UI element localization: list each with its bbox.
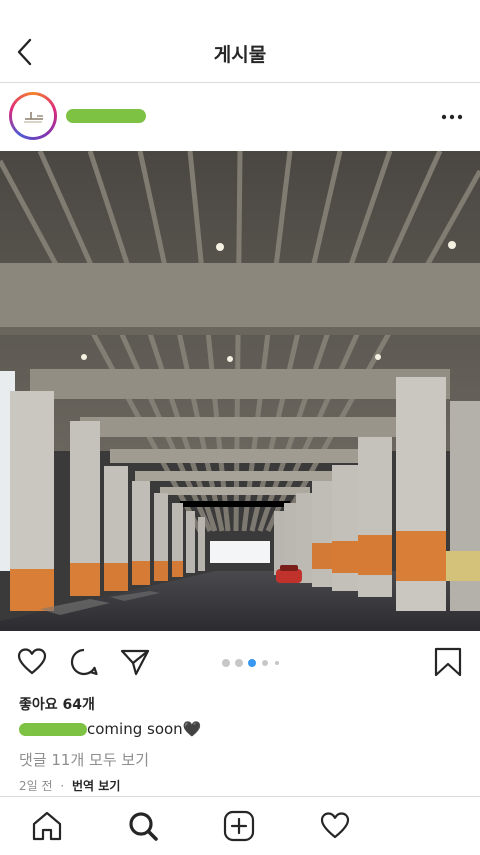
translate-link[interactable]: 번역 보기 [72, 779, 120, 793]
caption-text: coming soon🖤 [87, 720, 202, 738]
likes-count[interactable]: 좋아요 64개 [19, 694, 95, 714]
post-photo-illustration [0, 151, 480, 631]
tab-search[interactable] [126, 809, 160, 843]
page-title: 게시물 [213, 44, 267, 66]
carousel-dot [275, 661, 279, 665]
home-icon [32, 811, 62, 841]
post-time: 2일 전 [19, 779, 53, 793]
tab-add[interactable] [222, 809, 256, 843]
view-comments-link[interactable]: 댓글 11개 모두 보기 [19, 749, 149, 770]
avatar[interactable] [9, 92, 57, 140]
activity-heart-icon [320, 812, 350, 839]
post-meta: 2일 전 · 번역 보기 [19, 777, 120, 794]
comment-icon [70, 648, 98, 676]
add-icon [223, 810, 255, 842]
caption-username-redacted[interactable] [19, 723, 87, 736]
avatar-image [12, 95, 54, 137]
carousel-dot [262, 660, 268, 666]
tab-home[interactable] [30, 809, 64, 843]
post-image[interactable] [0, 151, 480, 631]
save-button[interactable] [432, 646, 464, 678]
bottom-tab-bar [0, 796, 480, 855]
username-redacted[interactable] [66, 109, 146, 123]
top-bar: 게시물 [0, 0, 480, 83]
more-options-button[interactable] [438, 109, 466, 123]
comment-button[interactable] [68, 646, 100, 678]
like-button[interactable] [16, 646, 48, 678]
post-header [0, 83, 480, 151]
carousel-dot [222, 659, 230, 667]
post-actions [0, 632, 480, 688]
more-horizontal-icon [441, 114, 463, 120]
share-button[interactable] [119, 646, 151, 678]
tab-activity[interactable] [318, 809, 352, 843]
carousel-dot-active [248, 659, 256, 667]
carousel-dot [235, 659, 243, 667]
bookmark-icon [434, 647, 462, 677]
share-icon [120, 649, 150, 676]
heart-icon [17, 648, 47, 675]
search-icon [129, 812, 158, 841]
separator: · [60, 779, 65, 793]
